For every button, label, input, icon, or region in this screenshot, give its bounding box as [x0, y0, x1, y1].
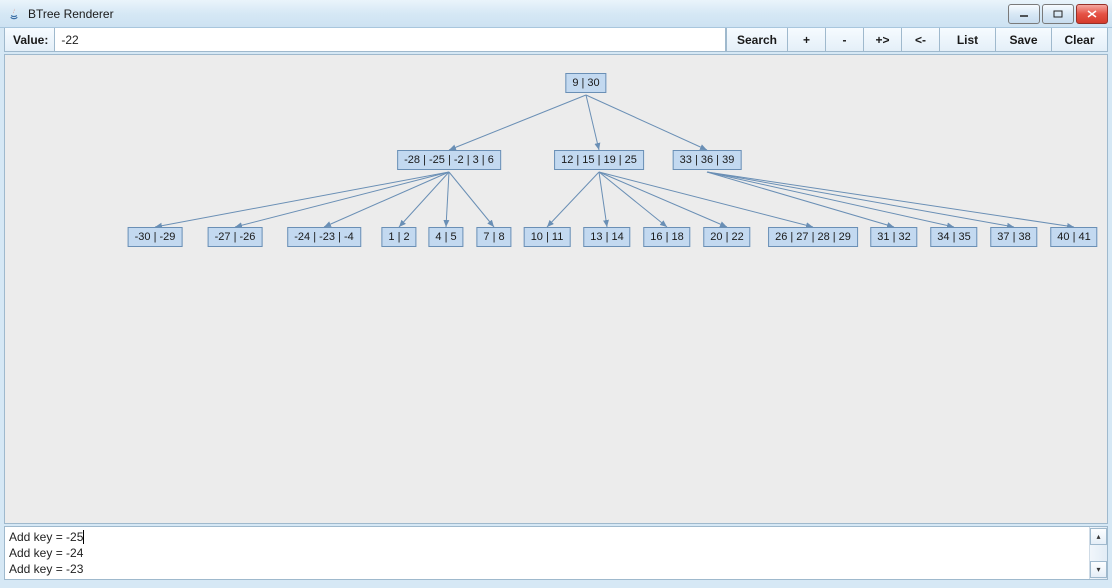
- tree-node: -28 | -25 | -2 | 3 | 6: [397, 150, 501, 170]
- save-button[interactable]: Save: [995, 28, 1051, 51]
- scroll-down-icon[interactable]: ▾: [1090, 561, 1107, 578]
- tree-node: 26 | 27 | 28 | 29: [768, 227, 858, 247]
- log-area: Add key = -25Add key = -24Add key = -23 …: [4, 526, 1108, 580]
- value-label: Value:: [5, 28, 54, 51]
- log-scrollbar[interactable]: ▴ ▾: [1089, 527, 1107, 579]
- toolbar: Value: Search + - +> <- List Save Clear: [4, 28, 1108, 52]
- search-button[interactable]: Search: [726, 28, 787, 51]
- list-button[interactable]: List: [939, 28, 995, 51]
- log-line: Add key = -23: [9, 561, 1085, 577]
- log-line: Add key = -24: [9, 545, 1085, 561]
- value-input[interactable]: [54, 28, 726, 51]
- window-maximize-button[interactable]: [1042, 4, 1074, 24]
- tree-node: 16 | 18: [643, 227, 690, 247]
- tree-node: 37 | 38: [990, 227, 1037, 247]
- tree-node: 40 | 41: [1050, 227, 1097, 247]
- log-text[interactable]: Add key = -25Add key = -24Add key = -23: [5, 527, 1089, 579]
- tree-node: -30 | -29: [128, 227, 183, 247]
- tree-node: 34 | 35: [930, 227, 977, 247]
- tree-node: 1 | 2: [381, 227, 416, 247]
- plus-arrow-button[interactable]: +>: [863, 28, 901, 51]
- tree-node: 9 | 30: [565, 73, 606, 93]
- java-icon: [6, 6, 22, 22]
- tree-node: 7 | 8: [476, 227, 511, 247]
- tree-node: 12 | 15 | 19 | 25: [554, 150, 644, 170]
- tree-node: 10 | 11: [524, 227, 571, 247]
- tree-node: 31 | 32: [870, 227, 917, 247]
- titlebar: BTree Renderer: [0, 0, 1112, 28]
- window-close-button[interactable]: [1076, 4, 1108, 24]
- plus-button[interactable]: +: [787, 28, 825, 51]
- tree-node: 33 | 36 | 39: [673, 150, 742, 170]
- minus-button[interactable]: -: [825, 28, 863, 51]
- arrow-minus-button[interactable]: <-: [901, 28, 939, 51]
- tree-node: -27 | -26: [208, 227, 263, 247]
- tree-node: 20 | 22: [703, 227, 750, 247]
- tree-canvas[interactable]: 9 | 30 -28 | -25 | -2 | 3 | 6 12 | 15 | 19…: [4, 54, 1108, 524]
- tree-node: -24 | -23 | -4: [287, 227, 361, 247]
- scroll-up-icon[interactable]: ▴: [1090, 528, 1107, 545]
- window-minimize-button[interactable]: [1008, 4, 1040, 24]
- log-line: Add key = -25: [9, 529, 1085, 545]
- clear-button[interactable]: Clear: [1051, 28, 1107, 51]
- tree-node: 13 | 14: [583, 227, 630, 247]
- window-title: BTree Renderer: [28, 7, 114, 21]
- tree-node: 4 | 5: [428, 227, 463, 247]
